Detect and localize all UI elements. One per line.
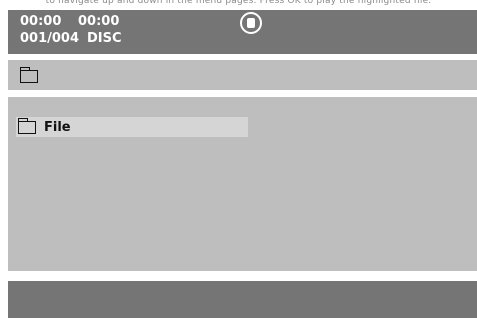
file-list-panel: File [8,97,477,271]
status-bar: 00:00 00:00 001/004 DISC [8,10,477,54]
track-line: 001/004 DISC [20,31,122,46]
list-item-label: File [44,119,71,135]
total-time: 00:00 [78,14,120,29]
path-bar [8,60,477,90]
folder-icon [20,67,38,83]
list-item-file[interactable]: File [16,117,248,137]
time-line: 00:00 00:00 [20,14,119,29]
source-label: DISC [87,31,122,46]
top-caption-fragment: to navigate up and down in the menu page… [45,0,432,6]
stop-icon [240,12,262,34]
track-counter: 001/004 [20,31,80,46]
bottom-info-bar [8,281,477,318]
folder-icon [18,117,36,134]
elapsed-time: 00:00 [20,14,62,29]
